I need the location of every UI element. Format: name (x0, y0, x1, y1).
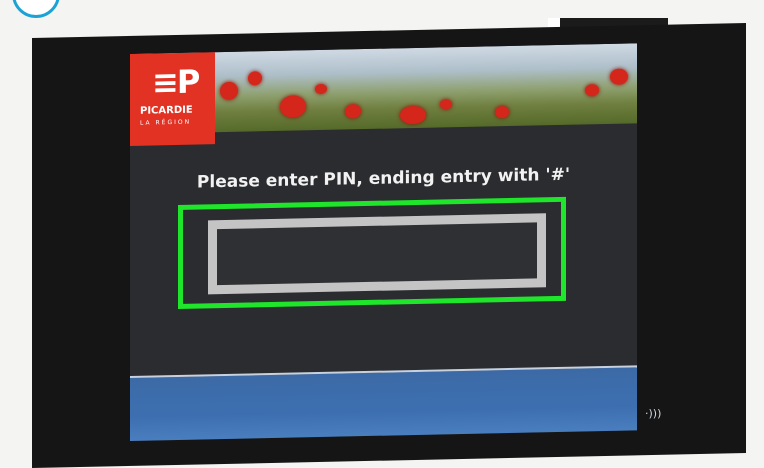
logo-mark-icon: ≡P (152, 62, 199, 102)
corner-marker (12, 0, 60, 18)
pin-prompt: Please enter PIN, ending entry with '#' (196, 164, 571, 193)
logo-subtitle: LA RÉGION (140, 118, 192, 127)
terminal-screen: ≡P PICARDIE LA RÉGION Please enter PIN, … (130, 43, 637, 441)
payment-terminal-monitor: ≡P PICARDIE LA RÉGION Please enter PIN, … (32, 23, 746, 468)
pin-entry-field[interactable] (208, 213, 546, 295)
footer-bar (130, 365, 637, 441)
contactless-icon: ·))) (645, 407, 662, 420)
logo-name: PICARDIE (140, 104, 193, 117)
region-logo: ≡P PICARDIE LA RÉGION (130, 52, 215, 146)
